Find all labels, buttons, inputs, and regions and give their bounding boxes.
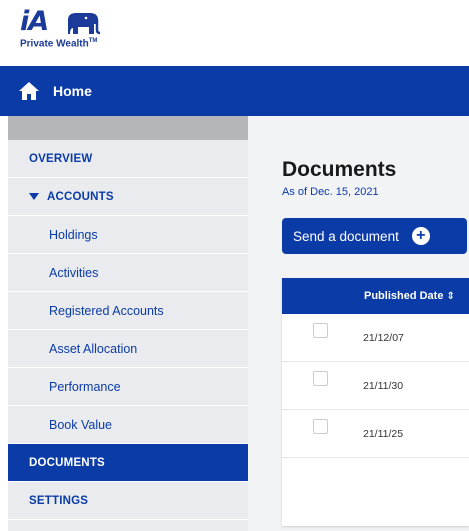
published-date-cell: 21/11/30 [363,379,404,392]
column-header-published-date[interactable]: Published Date [364,290,443,302]
logo-tagline: Private WealthTM [20,38,98,50]
home-bar[interactable]: Home [0,66,469,116]
sidebar-item-performance[interactable]: Performance [8,368,248,406]
sidebar-item-asset-allocation[interactable]: Asset Allocation [8,330,248,368]
row-checkbox[interactable] [313,371,328,386]
page-title: Documents [282,158,397,181]
sidebar-item-label: Holdings [49,227,98,242]
home-icon [19,82,39,100]
sidebar-item-accounts[interactable]: ACCOUNTS [8,178,248,216]
home-label: Home [53,83,92,99]
documents-table: Published Date ⇕ 21/12/07 21/11/30 21/11… [282,278,469,526]
sidebar-item-label: Registered Accounts [49,303,164,318]
table-row: 21/11/30 [282,362,469,410]
table-header: Published Date ⇕ [282,278,469,314]
sidebar-item-label: DOCUMENTS [29,456,105,469]
sidebar-item-label: SETTINGS [29,494,89,507]
sidebar-item-label: Activities [49,265,99,280]
sidebar-item-activities[interactable]: Activities [8,254,248,292]
trademark-mark: TM [88,38,98,44]
sidebar-item-documents[interactable]: DOCUMENTS [8,444,256,482]
elephant-logo-icon [68,13,101,35]
sidebar-item-label: Book Value [49,417,113,432]
caret-down-icon [29,193,39,200]
send-document-label: Send a document [293,228,399,244]
sidebar-item-overview[interactable]: OVERVIEW [8,140,248,178]
published-date-cell: 21/11/25 [363,427,404,440]
sidebar-item-label: OVERVIEW [29,152,93,165]
sidebar-item-book-value[interactable]: Book Value [8,406,248,444]
row-checkbox[interactable] [313,419,328,434]
sidebar-item-registered-accounts[interactable]: Registered Accounts [8,292,248,330]
sort-icon[interactable]: ⇕ [446,291,454,302]
published-date-cell: 21/12/07 [363,331,404,344]
sidebar-header-strip [8,116,248,140]
sidebar-item-label: Performance [49,379,121,394]
sidebar-item-settings[interactable]: SETTINGS [8,482,248,520]
sidebar-item-label: Asset Allocation [49,341,138,356]
documents-panel: Documents As of Dec. 15, 2021 Send a doc… [248,116,469,531]
send-document-button[interactable]: Send a document + [282,218,467,254]
sidebar-item-label: ACCOUNTS [47,190,114,203]
table-row: 21/11/25 [282,410,469,458]
brand-logo[interactable]: iA Private WealthTM [12,4,122,60]
row-checkbox[interactable] [313,323,328,338]
sidebar-item-holdings[interactable]: Holdings [8,216,248,254]
plus-circle-icon: + [411,227,430,245]
logo-text: iA [20,6,49,37]
as-of-date: As of Dec. 15, 2021 [282,186,379,198]
sidebar-nav: OVERVIEW ACCOUNTS Holdings Activities Re… [8,116,256,531]
table-row: 21/12/07 [282,314,469,362]
